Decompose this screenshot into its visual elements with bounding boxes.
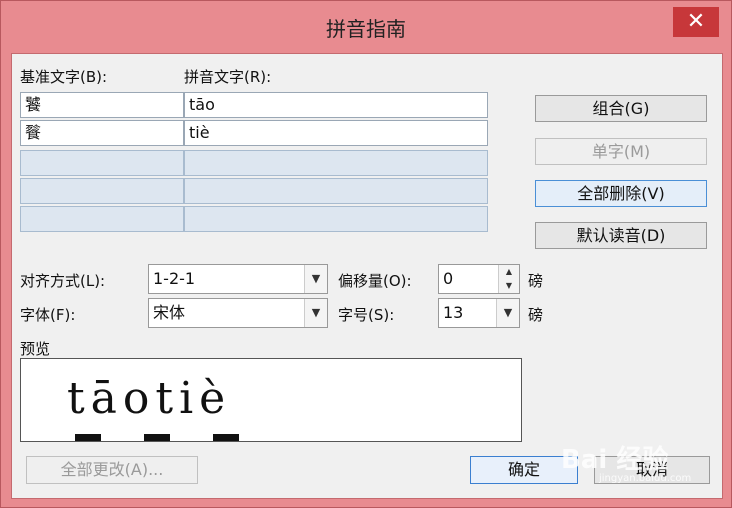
glyph-fragment [213, 434, 240, 441]
ruby-text-cell[interactable]: tiè [184, 120, 488, 146]
size-unit: 磅 [528, 306, 544, 324]
ruby-text-cell[interactable] [184, 206, 488, 232]
size-select[interactable]: 13 ▼ [438, 298, 520, 328]
align-value: 1-2-1 [153, 269, 196, 288]
base-text-cell[interactable] [20, 178, 184, 204]
size-value: 13 [443, 303, 464, 322]
base-text-cell[interactable] [20, 206, 184, 232]
watermark-logo: Bai 经验 [561, 445, 669, 475]
offset-label: 偏移量(O): [338, 272, 412, 290]
align-label: 对齐方式(L): [20, 272, 106, 290]
ruby-text-cell[interactable]: tāo [184, 92, 488, 118]
chevron-down-icon[interactable]: ▼ [304, 299, 327, 327]
offset-unit: 磅 [528, 272, 544, 290]
preview-base-glyphs [75, 431, 295, 441]
title-bar[interactable]: 拼音指南 ✕ [1, 1, 731, 51]
spin-up-icon[interactable]: ▲ [499, 265, 519, 279]
apply-all-button[interactable]: 全部更改(A)... [26, 456, 198, 484]
dialog-window: 拼音指南 ✕ 基准文字(B): 拼音文字(R): 饕 tāo 餮 tiè 组合(… [0, 0, 732, 508]
preview-label: 预览 [20, 340, 51, 358]
delete-all-button[interactable]: 全部删除(V) [535, 180, 707, 207]
chevron-down-icon[interactable]: ▼ [496, 299, 519, 327]
ruby-text-header: 拼音文字(R): [184, 68, 272, 86]
base-text-header: 基准文字(B): [20, 68, 108, 86]
base-text-cell[interactable]: 饕 [20, 92, 184, 118]
group-button[interactable]: 组合(G) [535, 95, 707, 122]
close-button[interactable]: ✕ [673, 7, 719, 37]
spin-down-icon[interactable]: ▼ [499, 279, 519, 293]
watermark-url: jingyan.baidu.com [599, 473, 692, 484]
font-select[interactable]: 宋体 ▼ [148, 298, 328, 328]
baidu-watermark: Bai 经验 jingyan.baidu.com [561, 425, 721, 491]
preview-box: tāotiè [20, 358, 522, 442]
font-label: 字体(F): [20, 306, 76, 324]
offset-value: 0 [443, 269, 454, 288]
ruby-text-cell[interactable] [184, 178, 488, 204]
align-select[interactable]: 1-2-1 ▼ [148, 264, 328, 294]
glyph-fragment [75, 434, 101, 441]
single-char-button[interactable]: 单字(M) [535, 138, 707, 165]
pinyin-table: 饕 tāo 餮 tiè [20, 92, 490, 233]
dialog-title: 拼音指南 [326, 17, 406, 41]
base-text-cell[interactable] [20, 150, 184, 176]
ruby-text-cell[interactable] [184, 150, 488, 176]
preview-text: tāotiè [67, 373, 232, 424]
spin-buttons[interactable]: ▲ ▼ [498, 265, 519, 293]
base-text-cell[interactable]: 餮 [20, 120, 184, 146]
font-value: 宋体 [153, 303, 186, 322]
glyph-fragment [144, 434, 171, 441]
size-label: 字号(S): [338, 306, 395, 324]
default-reading-button[interactable]: 默认读音(D) [535, 222, 707, 249]
close-icon: ✕ [686, 9, 706, 34]
offset-stepper[interactable]: 0 ▲ ▼ [438, 264, 520, 294]
chevron-down-icon[interactable]: ▼ [304, 265, 327, 293]
